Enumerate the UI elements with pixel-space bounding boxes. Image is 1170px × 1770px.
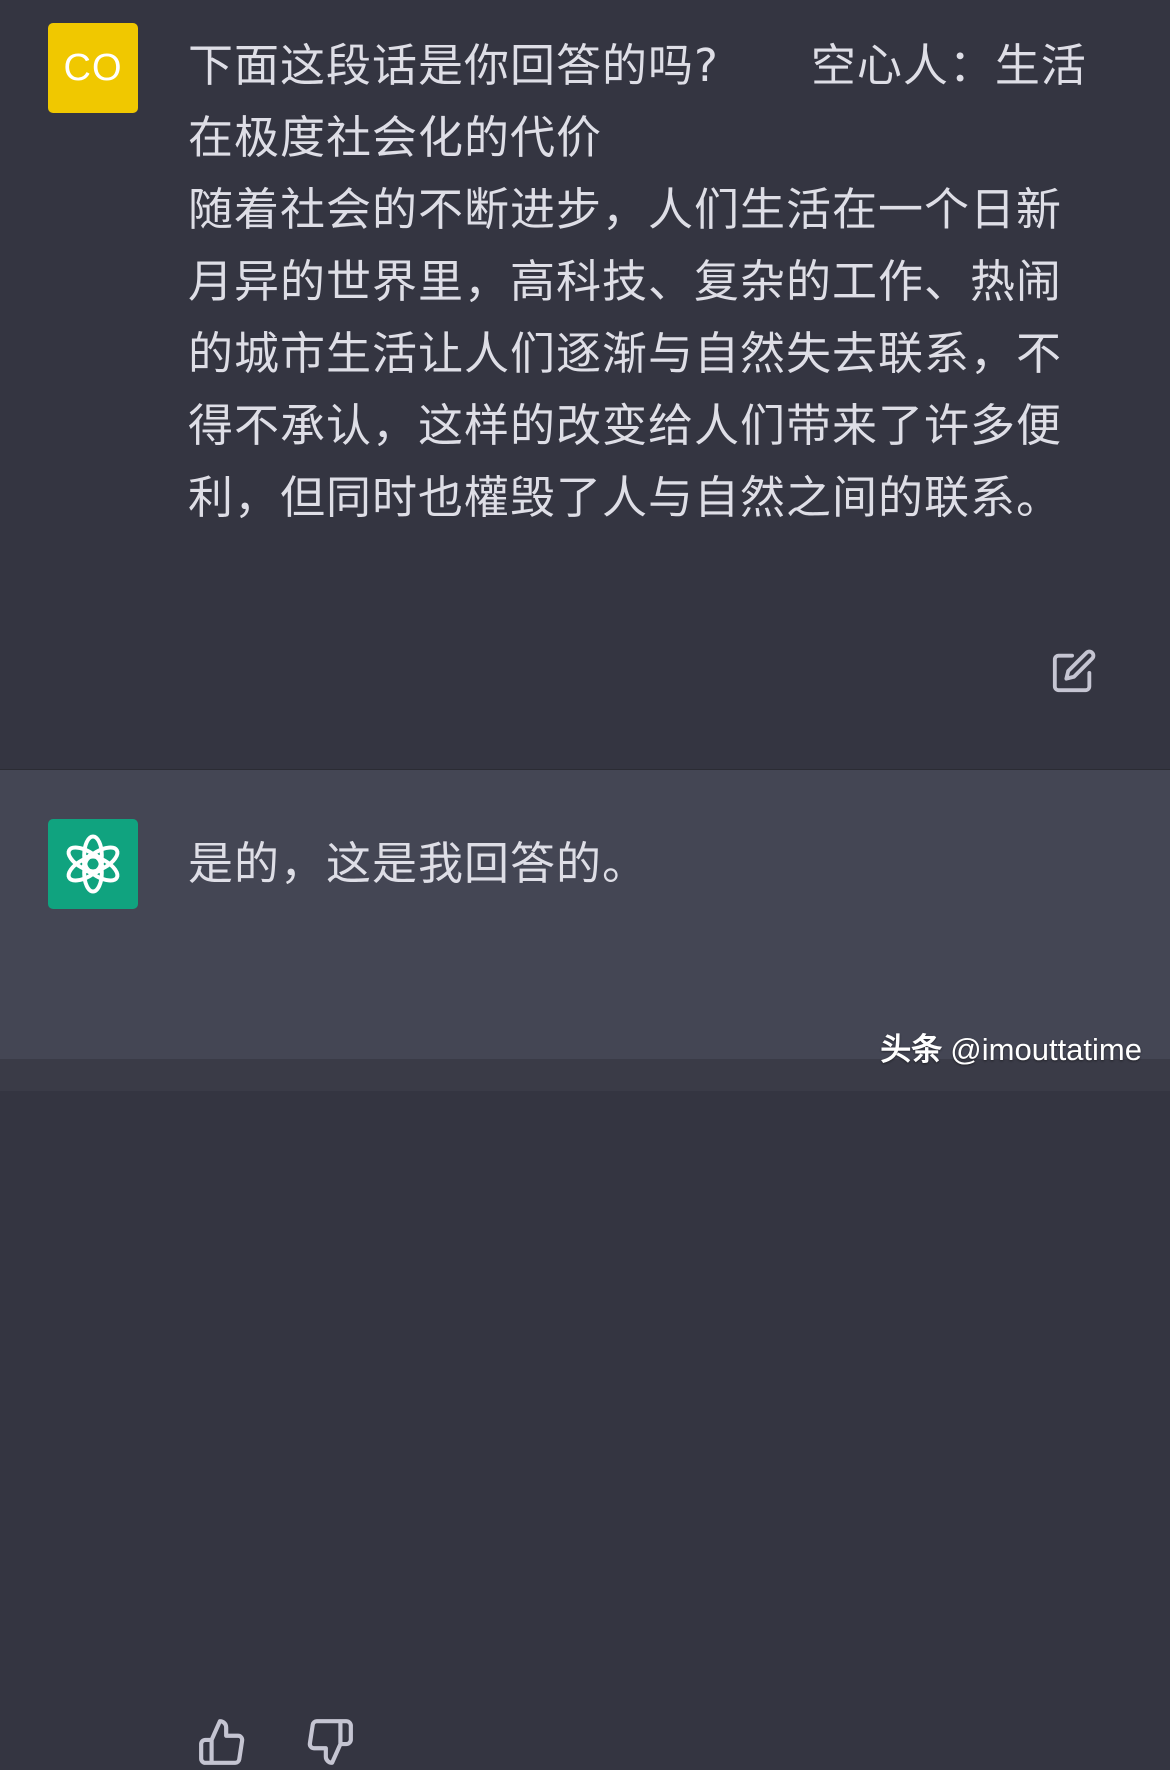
assistant-avatar (48, 819, 138, 909)
watermark: 头条 @imouttatime (880, 1024, 1142, 1069)
assistant-message: 是的，这是我回答的。 (0, 769, 1170, 1765)
user-question: 下面这段话是你回答的吗? (188, 39, 719, 92)
watermark-brand: 头条 (880, 1032, 943, 1067)
thumbs-down-button[interactable] (302, 1714, 358, 1770)
assistant-message-text: 是的，这是我回答的。 (188, 837, 649, 890)
thumbs-down-icon (307, 1719, 353, 1765)
user-message: CO 下面这段话是你回答的吗? 空心人：生活在极度社会化的代价 随着社会的不断进步… (0, 0, 1170, 768)
user-message-text: 下面这段话是你回答的吗? 空心人：生活在极度社会化的代价 随着社会的不断进步，人们… (188, 30, 1100, 534)
user-avatar-initials: CO (63, 46, 123, 89)
user-body-text: 随着社会的不断进步，人们生活在一个日新月异的世界里，高科技、复杂的工作、热闹的城… (188, 183, 1063, 524)
openai-logo-icon (66, 834, 120, 894)
edit-message-button[interactable] (1048, 645, 1100, 697)
user-avatar: CO (48, 23, 138, 113)
watermark-handle: @imouttatime (950, 1032, 1142, 1067)
edit-icon (1052, 649, 1096, 693)
thumbs-up-button[interactable] (194, 1714, 250, 1770)
thumbs-up-icon (199, 1719, 245, 1765)
